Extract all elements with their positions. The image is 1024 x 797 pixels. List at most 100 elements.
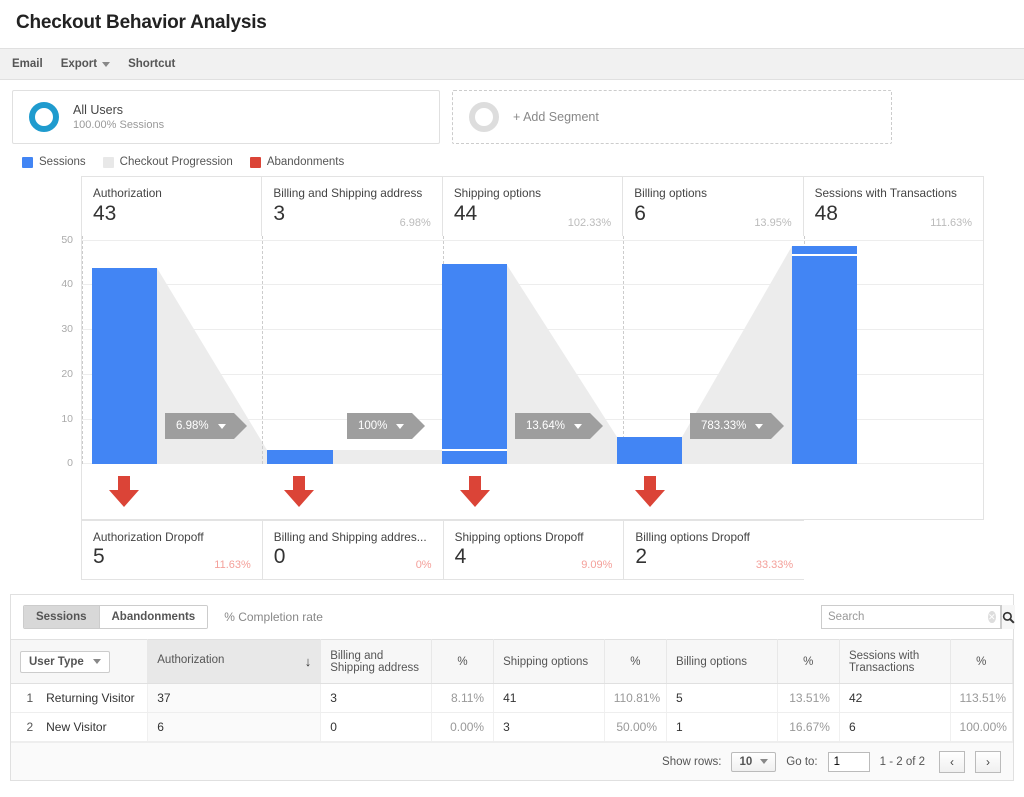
- segment-all-users[interactable]: All Users 100.00% Sessions: [12, 90, 440, 144]
- legend-item-checkout-progression[interactable]: Checkout Progression: [103, 156, 233, 168]
- behavior-data-table: User Type Authorization ↓ Billing and Sh…: [11, 639, 1013, 742]
- legend-item-sessions[interactable]: Sessions: [22, 156, 86, 168]
- chart-y-axis: 50 40 30 20 10 0: [10, 236, 81, 464]
- funnel-bar-shipping-options[interactable]: [442, 264, 507, 464]
- search-input[interactable]: [822, 611, 988, 623]
- column-header-pct-3[interactable]: %: [777, 640, 839, 684]
- bar-segment-divider: [442, 449, 507, 451]
- funnel-flow-label-1[interactable]: 100%: [347, 413, 412, 439]
- funnel-step-0[interactable]: Authorization 43: [82, 177, 262, 236]
- column-header-shipping-options[interactable]: Shipping options: [494, 640, 605, 684]
- show-rows-value: 10: [739, 756, 752, 768]
- column-label: %: [976, 656, 986, 668]
- column-header-pct-2[interactable]: %: [604, 640, 666, 684]
- column-header-pct-1[interactable]: %: [431, 640, 493, 684]
- legend-swatch-checkout-progression: [103, 157, 114, 168]
- column-label: %: [457, 656, 467, 668]
- dropoff-cell-empty: [804, 520, 984, 580]
- funnel-step-pct: 111.63%: [930, 217, 972, 229]
- funnel-flow-label-0[interactable]: 6.98%: [165, 413, 234, 439]
- legend-item-abandonments[interactable]: Abandonments: [250, 156, 344, 168]
- clear-search-icon[interactable]: ✕: [988, 611, 996, 623]
- search-button[interactable]: [1001, 605, 1015, 629]
- cell-pct-2: 50.00%: [604, 713, 666, 742]
- dropoff-pct: 9.09%: [581, 559, 612, 571]
- table-row[interactable]: 1 Returning Visitor 37 3 8.11% 41 110.81…: [11, 684, 1013, 713]
- cell-pct-1: 8.11%: [431, 684, 493, 713]
- chevron-down-icon: [755, 424, 763, 429]
- sort-descending-icon: ↓: [305, 654, 312, 669]
- funnel-dropoff-row: Authorization Dropoff 5 11.63% Billing a…: [81, 520, 984, 580]
- dropoff-cell-3[interactable]: Billing options Dropoff 2 33.33%: [623, 520, 804, 580]
- add-segment-button[interactable]: + Add Segment: [452, 90, 892, 144]
- row-index: 2: [11, 713, 37, 742]
- dropoff-cell-2[interactable]: Shipping options Dropoff 4 9.09%: [443, 520, 624, 580]
- funnel-step-1[interactable]: Billing and Shipping address 3 6.98%: [262, 177, 442, 236]
- funnel-chart: Authorization 43 Billing and Shipping ad…: [10, 176, 1014, 588]
- funnel-step-pct: 6.98%: [400, 217, 431, 229]
- dropoff-value: 0: [274, 544, 432, 570]
- data-table-panel: Sessions Abandonments % Completion rate …: [10, 594, 1014, 781]
- cell-billing-shipping-address: 3: [321, 684, 432, 713]
- dropoff-label: Billing and Shipping addres...: [274, 530, 432, 544]
- funnel-step-2[interactable]: Shipping options 44 102.33%: [443, 177, 623, 236]
- next-page-button[interactable]: ›: [975, 751, 1001, 773]
- y-tick: 20: [61, 368, 73, 380]
- goto-page-input[interactable]: [828, 752, 870, 772]
- search-icon: [1002, 611, 1015, 624]
- goto-label: Go to:: [786, 756, 817, 768]
- funnel-bar-billing-shipping-address[interactable]: [267, 450, 333, 464]
- flow-label-text: 783.33%: [701, 420, 746, 432]
- chart-legend: Sessions Checkout Progression Abandonmen…: [0, 150, 1024, 176]
- dimension-label: User Type: [29, 656, 84, 668]
- segment-name: All Users: [73, 103, 164, 118]
- funnel-step-label: Authorization: [93, 186, 250, 200]
- export-button[interactable]: Export: [61, 58, 110, 70]
- dropoff-pct: 33.33%: [756, 559, 793, 571]
- row-dimension[interactable]: New Visitor: [37, 713, 148, 742]
- funnel-bar-authorization[interactable]: [92, 268, 157, 464]
- show-rows-select[interactable]: 10: [731, 752, 776, 772]
- email-button[interactable]: Email: [12, 58, 43, 70]
- dropoff-arrow-icon: [282, 476, 316, 508]
- legend-label-checkout-progression: Checkout Progression: [120, 156, 233, 168]
- funnel-plot-area: 6.98% 100% 13.64% 783.33%: [81, 236, 984, 464]
- funnel-step-4[interactable]: Sessions with Transactions 48 111.63%: [804, 177, 983, 236]
- dropoff-pct: 11.63%: [214, 559, 251, 571]
- column-label: Billing options: [676, 656, 747, 668]
- segment-subtitle: 100.00% Sessions: [73, 118, 164, 132]
- dropoff-cell-0[interactable]: Authorization Dropoff 5 11.63%: [81, 520, 262, 580]
- cell-pct-3: 13.51%: [777, 684, 839, 713]
- row-index: 1: [11, 684, 37, 713]
- column-header-billing-shipping-address[interactable]: Billing and Shipping address: [321, 640, 432, 684]
- shortcut-button[interactable]: Shortcut: [128, 58, 175, 70]
- funnel-flow-label-2[interactable]: 13.64%: [515, 413, 590, 439]
- user-type-selector[interactable]: User Type: [20, 651, 110, 673]
- chevron-down-icon: [102, 62, 110, 67]
- row-dimension[interactable]: Returning Visitor: [37, 684, 148, 713]
- toggle-abandonments[interactable]: Abandonments: [100, 606, 208, 628]
- column-header-authorization[interactable]: Authorization ↓: [148, 640, 321, 684]
- column-header-billing-options[interactable]: Billing options: [667, 640, 778, 684]
- flow-label-text: 6.98%: [176, 420, 209, 432]
- dropoff-cell-1[interactable]: Billing and Shipping addres... 0 0%: [262, 520, 443, 580]
- show-rows-label: Show rows:: [662, 756, 721, 768]
- chevron-down-icon: [574, 424, 582, 429]
- funnel-bar-billing-options[interactable]: [617, 437, 682, 464]
- legend-label-abandonments: Abandonments: [267, 156, 344, 168]
- funnel-step-3[interactable]: Billing options 6 13.95%: [623, 177, 803, 236]
- table-header-row: User Type Authorization ↓ Billing and Sh…: [11, 640, 1013, 684]
- funnel-bar-sessions-with-transactions[interactable]: [792, 246, 857, 464]
- pagination-range: 1 - 2 of 2: [880, 756, 925, 768]
- flow-label-text: 13.64%: [526, 420, 565, 432]
- completion-rate-link[interactable]: % Completion rate: [224, 610, 323, 624]
- table-row[interactable]: 2 New Visitor 6 0 0.00% 3 50.00% 1 16.67…: [11, 713, 1013, 742]
- legend-swatch-sessions: [22, 157, 33, 168]
- funnel-flow-label-3[interactable]: 783.33%: [690, 413, 771, 439]
- prev-page-button[interactable]: ‹: [939, 751, 965, 773]
- bar-segment-divider: [792, 254, 857, 256]
- email-label: Email: [12, 58, 43, 70]
- column-header-sessions-with-transactions[interactable]: Sessions with Transactions: [839, 640, 950, 684]
- column-header-pct-4[interactable]: %: [950, 640, 1012, 684]
- toggle-sessions[interactable]: Sessions: [24, 606, 100, 628]
